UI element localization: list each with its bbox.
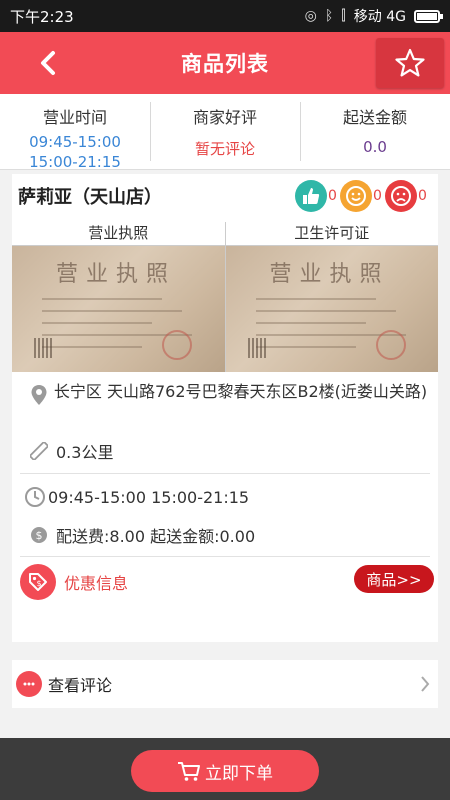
bottom-bar: 立即下单 — [0, 738, 450, 800]
shop-name: 萨莉亚（天山店） — [18, 187, 162, 208]
good-count: 0 — [328, 188, 337, 204]
star-icon — [395, 48, 425, 77]
min-order-label: 起送金额 — [342, 108, 407, 127]
shop-address: 长宁区 天山路762号巴黎春天东区B2楼(近娄山关路) — [53, 382, 428, 401]
section-divider — [20, 473, 430, 474]
goods-button[interactable]: 商品>> — [354, 565, 434, 593]
dollar-coin-icon: $ — [26, 526, 52, 544]
delivery-fee: 配送费:8.00 起送金额:0.00 — [56, 527, 256, 546]
page-title: 商品列表 — [181, 52, 269, 76]
health-permit-title: 卫生许可证 — [225, 222, 438, 246]
thumbs-up-icon[interactable] — [295, 180, 327, 212]
signal-icon: ⫿ — [341, 8, 346, 24]
svg-text:$: $ — [36, 529, 43, 542]
alarm-icon: ◎ — [304, 8, 317, 24]
hours-row: 09:45-15:00 15:00-21:15 — [12, 482, 249, 512]
favorite-button[interactable] — [376, 38, 444, 88]
svg-text:$: $ — [36, 579, 41, 588]
carrier-label: 移动 4G — [353, 9, 406, 25]
hours-value: 09:45-15:00 15:00-21:15 — [0, 132, 150, 169]
min-order-summary: 起送金额 0.0 — [300, 94, 450, 169]
license-gallery: 营业执照 营业执照 卫生许可证 营业执照 — [12, 222, 438, 372]
section-divider — [20, 556, 430, 557]
rating-group: 0 0 0 — [295, 180, 430, 212]
review-value: 暂无评论 — [194, 140, 255, 158]
sad-face-icon[interactable] — [385, 180, 417, 212]
chevron-left-icon — [41, 51, 55, 75]
hours-label: 营业时间 — [42, 108, 107, 127]
location-pin-icon — [26, 380, 52, 432]
title-bar: 商品列表 — [0, 32, 450, 94]
health-permit[interactable]: 卫生许可证 营业执照 — [224, 222, 438, 372]
view-reviews-label: 查看评论 — [48, 676, 113, 695]
back-button[interactable] — [28, 46, 68, 80]
hours-slot-2: 15:00-21:15 — [29, 153, 121, 169]
price-tag-icon: $ — [20, 564, 56, 600]
status-bar: 下午2:23 ◎ ᛒ ⫿ 移动 4G — [0, 0, 450, 32]
neutral-count: 0 — [373, 188, 382, 204]
order-now-label: 立即下单 — [205, 763, 273, 784]
shop-header: 萨莉亚（天山店） 0 0 0 — [12, 174, 438, 218]
hours-slot-1: 09:45-15:00 — [29, 133, 121, 151]
view-reviews-row[interactable]: 查看评论 — [12, 660, 438, 708]
status-time: 下午2:23 — [10, 7, 74, 26]
business-license-title: 营业执照 — [12, 222, 225, 246]
bluetooth-icon: ᛒ — [324, 8, 334, 24]
distance-row: 0.3公里 — [12, 436, 113, 466]
promotion-label: 优惠信息 — [64, 574, 129, 593]
chevron-right-icon — [421, 676, 430, 692]
business-license[interactable]: 营业执照 营业执照 — [12, 222, 225, 372]
shopping-cart-icon — [178, 762, 200, 781]
health-permit-image[interactable]: 营业执照 — [225, 246, 438, 372]
bad-count: 0 — [418, 188, 427, 204]
shop-hours: 09:45-15:00 15:00-21:15 — [48, 487, 250, 507]
status-icons: ◎ ᛒ ⫿ 移动 4G — [304, 6, 443, 26]
hours-summary: 营业时间 09:45-15:00 15:00-21:15 — [0, 94, 150, 169]
order-now-button[interactable]: 立即下单 — [131, 750, 319, 792]
chat-bubble-icon — [16, 671, 42, 697]
shop-card: 萨莉亚（天山店） 0 0 0 营业执照 营业执照 卫生许可证 营业执照 长宁区 … — [12, 174, 438, 642]
address-row[interactable]: 长宁区 天山路762号巴黎春天东区B2楼(近娄山关路) — [12, 380, 438, 432]
fee-row: $ 配送费:8.00 起送金额:0.00 — [12, 520, 255, 550]
battery-icon — [414, 9, 443, 23]
smile-face-icon[interactable] — [340, 180, 372, 212]
shop-distance: 0.3公里 — [56, 443, 114, 462]
clock-icon — [22, 486, 48, 508]
shop-summary-bar: 营业时间 09:45-15:00 15:00-21:15 商家好评 暂无评论 起… — [0, 94, 450, 170]
review-label: 商家好评 — [192, 108, 257, 127]
review-summary: 商家好评 暂无评论 — [150, 94, 300, 169]
promotion-row[interactable]: $ 优惠信息 商品>> — [12, 560, 438, 604]
min-order-value: 0.0 — [363, 138, 387, 156]
ruler-icon — [26, 442, 52, 460]
business-license-image[interactable]: 营业执照 — [12, 246, 225, 372]
